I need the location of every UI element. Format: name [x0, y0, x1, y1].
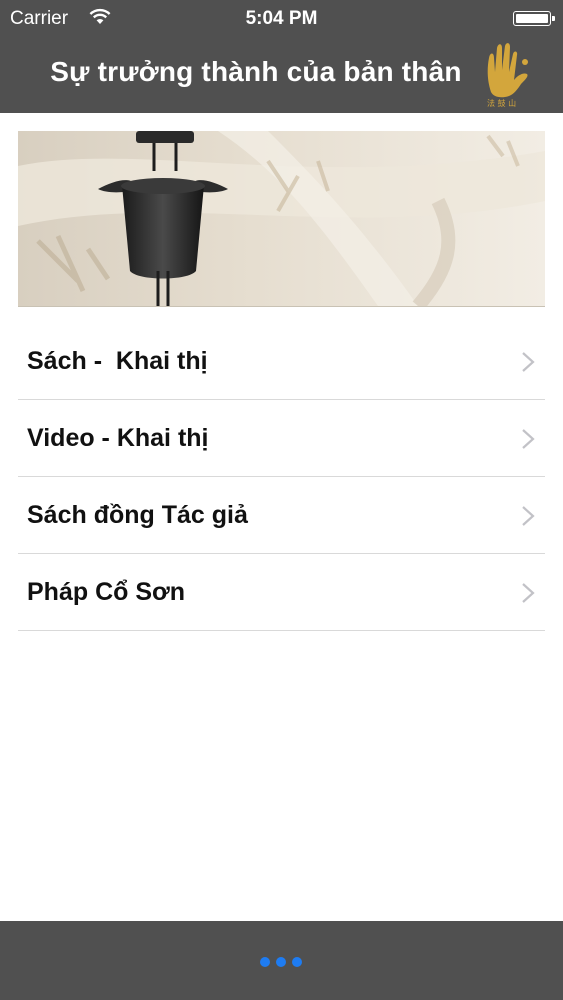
- menu-item-label: Pháp Cổ Sơn: [27, 578, 186, 606]
- menu-item-coauthor-books[interactable]: Sách đồng Tác giả: [18, 477, 545, 554]
- header-banner-image: [18, 131, 545, 307]
- menu-item-books[interactable]: Sách - Khai thị: [18, 323, 545, 400]
- tab-bar: [0, 921, 563, 1000]
- page-title: Sự trưởng thành của bản thân: [50, 56, 462, 87]
- more-dots-icon[interactable]: [260, 957, 304, 969]
- status-bar: Carrier 5:04 PM: [0, 0, 563, 38]
- clock: 5:04 PM: [245, 8, 318, 29]
- chevron-right-icon: [522, 506, 535, 526]
- battery-icon: [513, 11, 555, 26]
- menu-list: Sách - Khai thị Video - Khai thị Sách đồ…: [18, 323, 545, 631]
- hand-logo-icon: 法 鼓 山: [487, 43, 528, 108]
- menu-item-label: Sách - Khai thị: [27, 347, 208, 375]
- menu-item-video[interactable]: Video - Khai thị: [18, 400, 545, 477]
- navigation-bar: Carrier 5:04 PM Sự trưởng thành của bản …: [0, 0, 563, 113]
- menu-item-label: Video - Khai thị: [27, 424, 209, 452]
- menu-item-label: Sách đồng Tác giả: [27, 501, 248, 529]
- menu-item-phap-co-son[interactable]: Pháp Cổ Sơn: [18, 554, 545, 631]
- chevron-right-icon: [522, 583, 535, 603]
- svg-text:法 鼓 山: 法 鼓 山: [487, 98, 516, 108]
- chevron-right-icon: [522, 429, 535, 449]
- chevron-right-icon: [522, 352, 535, 372]
